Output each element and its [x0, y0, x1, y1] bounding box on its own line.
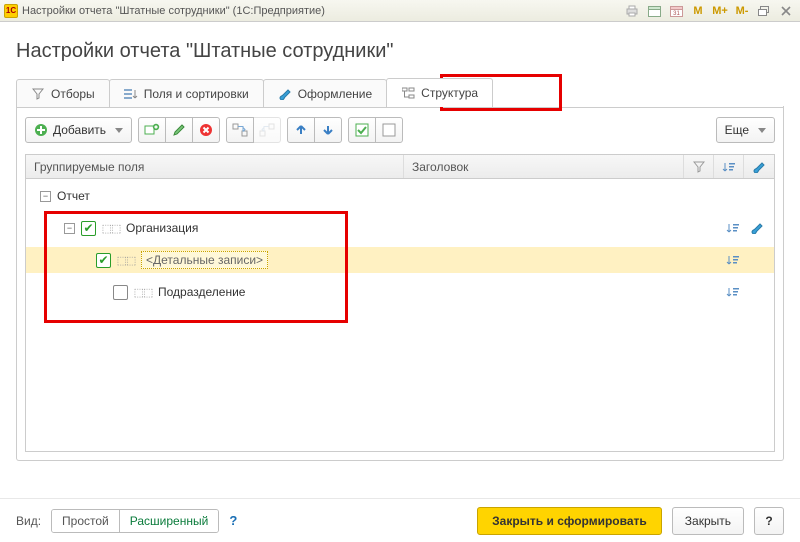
window-title: Настройки отчета "Штатные сотрудники" (1…: [22, 5, 620, 17]
delete-button[interactable]: [192, 117, 220, 143]
sort-icon[interactable]: [726, 222, 740, 234]
app-icon: 1C: [4, 4, 18, 18]
arrow-up-icon: [294, 123, 308, 137]
indent-left-icon: [232, 123, 248, 137]
window-restore-icon[interactable]: [754, 3, 774, 19]
calendar31-icon[interactable]: 31: [666, 3, 686, 19]
sort-icon[interactable]: [726, 286, 740, 298]
add-button[interactable]: Добавить: [25, 117, 132, 143]
link-icon: ⬚⬚: [117, 255, 135, 265]
indent-right-button[interactable]: [253, 117, 281, 143]
uncheck-all-icon: [382, 123, 396, 137]
tab-label: Оформление: [298, 87, 372, 101]
node-label: <Детальные записи>: [141, 251, 268, 269]
calc-mplus-icon[interactable]: M+: [710, 3, 730, 19]
view-label: Вид:: [16, 514, 41, 528]
link-icon: ⬚⬚: [102, 223, 120, 233]
svg-text:31: 31: [673, 11, 680, 17]
brush-icon[interactable]: [750, 222, 764, 234]
sort-icon: [722, 161, 736, 173]
window-titlebar: 1C Настройки отчета "Штатные сотрудники"…: [0, 0, 800, 22]
add-button-label: Добавить: [53, 123, 106, 137]
tree-row-org[interactable]: − ⬚⬚ Организация: [26, 215, 774, 241]
edit-button[interactable]: [165, 117, 193, 143]
tab-structure[interactable]: Структура: [386, 78, 493, 107]
node-label: Организация: [126, 221, 198, 235]
plus-icon: [34, 123, 48, 137]
sort-icon[interactable]: [726, 254, 740, 266]
grid-header-sort[interactable]: [714, 155, 744, 178]
more-button[interactable]: Еще: [716, 117, 775, 143]
dropdown-icon: [115, 128, 123, 133]
grid-header: Группируемые поля Заголовок: [26, 155, 774, 179]
checkbox[interactable]: [81, 221, 96, 236]
brush-icon: [278, 87, 292, 101]
close-and-generate-button[interactable]: Закрыть и сформировать: [477, 507, 662, 535]
add-group-button[interactable]: [138, 117, 166, 143]
calendar-icon[interactable]: [644, 3, 664, 19]
checkbox[interactable]: [96, 253, 111, 268]
indent-right-icon: [259, 123, 275, 137]
close-button[interactable]: Закрыть: [672, 507, 744, 535]
grid-header-title[interactable]: Заголовок: [404, 155, 684, 178]
delete-icon: [199, 123, 213, 137]
print-icon[interactable]: [622, 3, 642, 19]
expander-icon[interactable]: −: [64, 223, 75, 234]
grid-header-design[interactable]: [744, 155, 774, 178]
indent-left-button[interactable]: [226, 117, 254, 143]
node-label: Отчет: [57, 189, 90, 203]
node-label: Подразделение: [158, 285, 245, 299]
checkbox[interactable]: [113, 285, 128, 300]
toolbar: Добавить: [25, 114, 775, 146]
calc-mminus-icon[interactable]: M-: [732, 3, 752, 19]
tab-label: Отборы: [51, 87, 95, 101]
view-mode-simple[interactable]: Простой: [52, 510, 120, 532]
link-icon: ⬚⬚: [134, 287, 152, 297]
pencil-icon: [172, 123, 186, 137]
funnel-icon: [693, 161, 705, 173]
check-all-icon: [355, 123, 369, 137]
tree-row-report[interactable]: − Отчет: [26, 183, 774, 209]
calc-m-icon[interactable]: M: [688, 3, 708, 19]
window-close-icon[interactable]: [776, 3, 796, 19]
move-down-button[interactable]: [314, 117, 342, 143]
footer: Вид: Простой Расширенный ? Закрыть и сфо…: [0, 498, 800, 542]
tab-design[interactable]: Оформление: [263, 79, 387, 107]
grid-header-filter[interactable]: [684, 155, 714, 178]
uncheck-all-button[interactable]: [375, 117, 403, 143]
brush-icon: [752, 161, 766, 173]
tree-row-subdivision[interactable]: ⬚⬚ Подразделение: [26, 279, 774, 305]
move-up-button[interactable]: [287, 117, 315, 143]
tab-filters[interactable]: Отборы: [16, 79, 110, 107]
check-all-button[interactable]: [348, 117, 376, 143]
help-button[interactable]: ?: [754, 507, 784, 535]
help-link[interactable]: ?: [229, 513, 237, 528]
structure-grid: Группируемые поля Заголовок − Отчет: [25, 154, 775, 452]
fields-sort-icon: [124, 87, 138, 101]
expander-icon[interactable]: −: [40, 191, 51, 202]
funnel-icon: [31, 87, 45, 101]
dropdown-icon: [758, 128, 766, 133]
page-title: Настройки отчета "Штатные сотрудники": [16, 40, 784, 63]
arrow-down-icon: [321, 123, 335, 137]
structure-panel: Добавить: [16, 106, 784, 461]
structure-icon: [401, 86, 415, 100]
tab-label: Структура: [421, 86, 478, 100]
grid-body: − Отчет − ⬚⬚ Организация: [26, 179, 774, 451]
grid-header-grouped[interactable]: Группируемые поля: [26, 155, 404, 178]
tab-label: Поля и сортировки: [144, 87, 249, 101]
add-group-icon: [144, 123, 160, 137]
tab-fields-sort[interactable]: Поля и сортировки: [109, 79, 264, 107]
tab-bar: Отборы Поля и сортировки Оформление Стру…: [16, 77, 784, 107]
view-mode-advanced[interactable]: Расширенный: [120, 510, 219, 532]
more-button-label: Еще: [725, 123, 749, 137]
tree-row-details[interactable]: ⬚⬚ <Детальные записи>: [26, 247, 774, 273]
view-mode-toggle: Простой Расширенный: [51, 509, 219, 533]
